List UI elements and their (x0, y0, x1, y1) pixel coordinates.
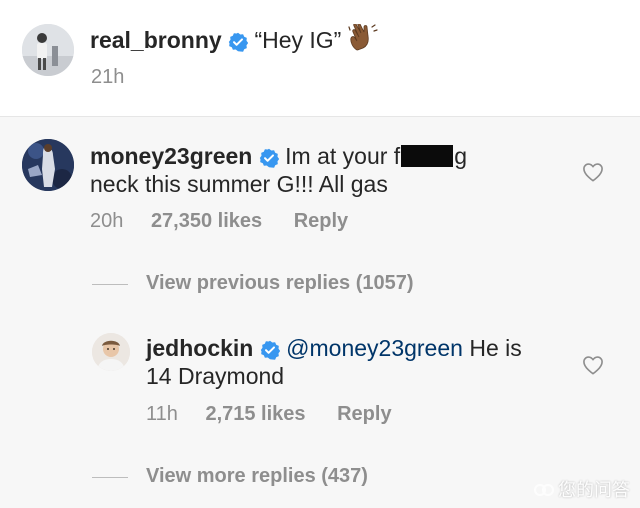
reply1-username[interactable]: jedhockin (146, 335, 253, 361)
reply1-meta: 11h 2,715 likes Reply (146, 403, 392, 426)
comment1-username[interactable]: money23green (90, 143, 252, 169)
heart-outline-icon[interactable] (582, 355, 604, 375)
comment1-time: 20h (90, 210, 124, 232)
reply1-reply-button[interactable]: Reply (337, 403, 391, 425)
post-caption: “Hey IG” (254, 27, 342, 53)
comment1-likes[interactable]: 27,350 likes (151, 210, 262, 232)
avatar-money23green[interactable] (22, 139, 74, 191)
view-previous-line (92, 284, 128, 285)
comment1-reply-button[interactable]: Reply (294, 210, 348, 232)
reply1-line2: 14 Draymond (146, 363, 285, 389)
reply1-mention-link[interactable]: @money23green (286, 335, 463, 361)
avatar-photo-icon (92, 333, 130, 371)
waving-hand-emoji (348, 24, 378, 51)
verified-badge-icon (228, 32, 249, 52)
redaction-bar (401, 145, 454, 167)
view-more-line (92, 477, 128, 478)
watermark-text: 您的问答 (558, 480, 630, 500)
post-timestamp: 21h (91, 66, 125, 88)
avatar-real-bronny[interactable] (22, 24, 74, 76)
verified-badge-icon (260, 340, 280, 360)
post-header: real_bronny “Hey IG” 21h (0, 0, 640, 116)
wukong-logo-icon (534, 484, 554, 496)
heart-outline-icon[interactable] (582, 162, 604, 182)
verified-badge-icon (259, 148, 279, 168)
comment1-line2: neck this summer G!!! All gas (90, 171, 388, 197)
watermark: 您的问答 (534, 476, 630, 502)
avatar-photo-icon (22, 139, 74, 191)
view-previous-replies-button[interactable]: View previous replies (1057) (146, 272, 414, 295)
comment1-line1: money23green Im at your f g (90, 142, 467, 170)
avatar-jedhockin[interactable] (92, 333, 130, 371)
view-more-replies-button[interactable]: View more replies (437) (146, 465, 368, 488)
reply1-line1: jedhockin @money23green He is (146, 334, 522, 362)
comment1-text-start: Im at your f (285, 143, 401, 169)
comment1-text-end: g (454, 143, 467, 169)
reply1-likes[interactable]: 2,715 likes (205, 403, 305, 425)
post-username[interactable]: real_bronny (90, 27, 222, 53)
reply1-time: 11h (146, 403, 178, 425)
comment1-meta: 20h 27,350 likes Reply (90, 210, 348, 233)
avatar-photo-icon (22, 24, 74, 76)
post-caption-line: real_bronny “Hey IG” (90, 24, 378, 54)
reply1-text-start: He is (462, 335, 522, 361)
